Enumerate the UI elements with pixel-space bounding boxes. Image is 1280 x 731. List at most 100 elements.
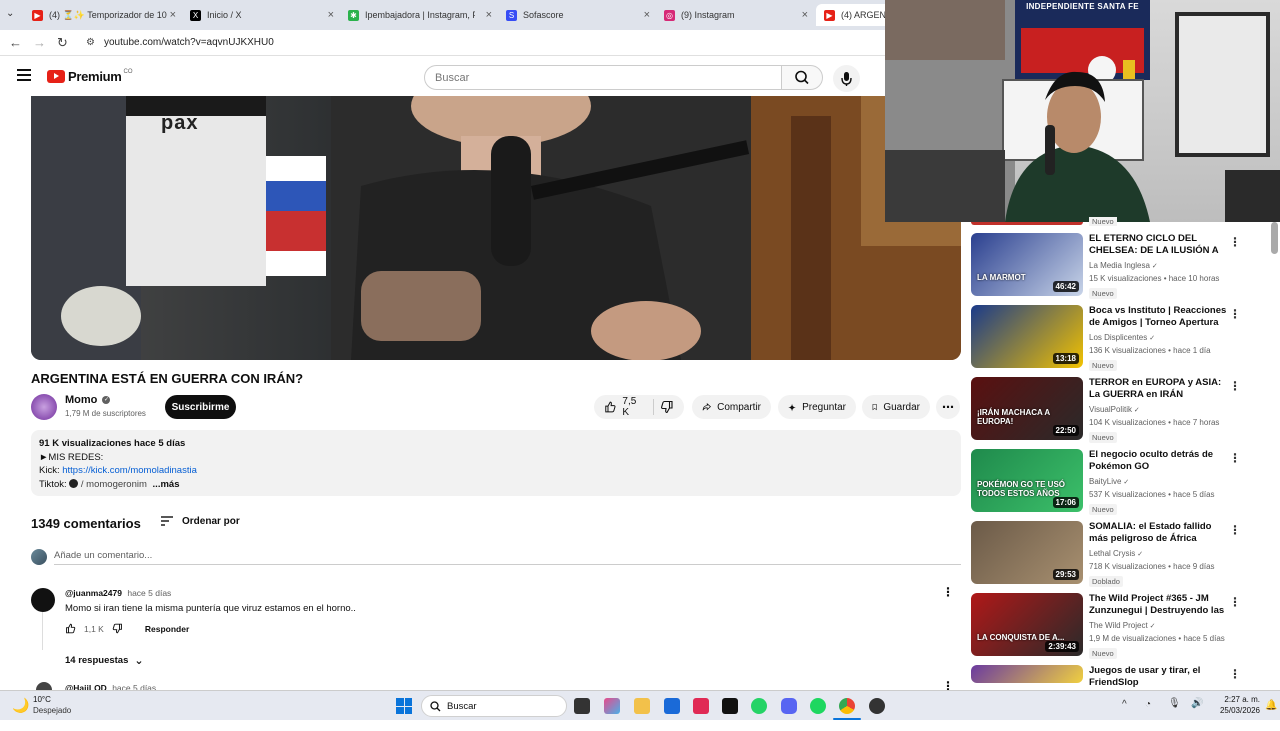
chrome-icon[interactable] [839,698,855,714]
search-button[interactable] [781,65,823,90]
thumbs-down-icon[interactable] [112,623,123,634]
obs-icon[interactable] [869,698,885,714]
youtube-premium-logo[interactable]: Premium CO [47,69,133,84]
video-thumbnail[interactable]: LA CONQUISTA DE A... 2:39:43 [971,593,1083,656]
browser-tab-x[interactable]: X Inicio / X × [182,4,340,26]
browser-tab-linktree[interactable]: ✱ Ipembajadora | Instagram, Face × [340,4,498,26]
video-thumbnail[interactable] [971,665,1083,683]
video-title[interactable]: TERROR en EUROPA y ASIA: La GUERRA en IR… [1089,377,1227,401]
comment-author[interactable]: @juanma2479 [65,588,122,598]
recommended-video[interactable]: LA CONQUISTA DE A... 2:39:43 The Wild Proj… [971,593,1271,659]
recommended-video[interactable]: 29:53 SOMALIA: el Estado fallido más peli… [971,521,1271,587]
more-vertical-icon[interactable]: ⋮ [1229,235,1241,249]
task-view-icon[interactable] [574,698,590,714]
video-thumbnail[interactable]: 29:53 [971,521,1083,584]
partial-thumbnail[interactable] [971,222,1083,225]
weather-moon-icon[interactable]: 🌙 [12,697,29,714]
more-vertical-icon[interactable]: ⋮ [1229,667,1241,681]
video-title[interactable]: EL ETERNO CICLO DEL CHELSEA: DE LA ILUSI… [1089,233,1227,257]
channel-name[interactable]: Momo ✓ [65,394,111,406]
clock-time[interactable]: 2:27 a. m. [1216,695,1260,704]
channel-name[interactable]: The Wild Project ✓ [1089,621,1156,630]
video-thumbnail[interactable]: POKÉMON GO TE USÓ TODOS ESTOS AÑOS 17:06 [971,449,1083,512]
kick-link[interactable]: https://kick.com/momoladinastia [62,465,197,476]
channel-name[interactable]: VisualPolitik ✓ [1089,405,1140,414]
more-vertical-icon[interactable]: ⋮ [1229,451,1241,465]
video-title[interactable]: SOMALIA: el Estado fallido más peligroso… [1089,521,1227,545]
voice-search-button[interactable] [833,65,860,92]
ask-button[interactable]: Preguntar [778,395,856,419]
video-title[interactable]: Juegos de usar y tirar, el FriendSlop [1089,665,1227,689]
tiktok-icon[interactable] [722,698,738,714]
more-vertical-icon[interactable]: ⋮ [1229,307,1241,321]
save-button[interactable]: Guardar [862,395,930,419]
back-arrow-icon[interactable]: ← [9,35,22,50]
close-icon[interactable]: × [170,9,176,21]
recommended-video[interactable]: ¡IRÁN MACHACA A EUROPA! 22:50 TERROR en EU… [971,377,1271,443]
search-input[interactable]: Buscar [424,65,782,90]
description-box[interactable]: 91 K visualizaciones hace 5 días ►MIS RE… [31,430,961,496]
more-vertical-icon[interactable]: ⋮ [1229,523,1241,537]
file-explorer-icon[interactable] [634,698,650,714]
store-icon[interactable] [664,698,680,714]
video-title[interactable]: El negocio oculto detrás de Pokémon GO [1089,449,1227,473]
channel-name[interactable]: Lethal Crysis ✓ [1089,549,1143,558]
discord-icon[interactable] [781,698,797,714]
notifications-bell-icon[interactable]: 🔔 [1265,700,1277,711]
hamburger-menu-icon[interactable] [17,69,31,81]
subscribe-button[interactable]: Suscribirme [165,395,236,419]
show-more-link[interactable]: ...más [153,479,180,490]
recommended-video[interactable]: 13:18 Boca vs Instituto | Reacciones de A… [971,305,1271,371]
close-icon[interactable]: × [328,9,334,21]
video-title[interactable]: Boca vs Instituto | Reacciones de Amigos… [1089,305,1227,329]
clock-date[interactable]: 25/03/2026 [1213,706,1260,715]
weather-temp[interactable]: 10°C [33,695,51,704]
thumbs-up-icon[interactable] [65,623,76,634]
comment-time[interactable]: hace 5 días [127,588,171,598]
dislike-button[interactable] [660,400,674,414]
tray-chevron-icon[interactable]: ^ [1122,699,1127,710]
video-thumbnail[interactable]: 13:18 [971,305,1083,368]
comment-more-icon[interactable]: ⋮ [942,585,954,599]
taskbar-search[interactable]: Buscar [421,695,567,717]
widgets-icon[interactable] [604,698,620,714]
weather-desc[interactable]: Despejado [33,706,71,715]
like-button[interactable]: 7,5 K [604,396,643,418]
comment-avatar[interactable] [31,588,55,612]
channel-name[interactable]: Los Displicentes ✓ [1089,333,1155,342]
reply-button[interactable]: Responder [145,624,189,634]
add-comment-input[interactable]: Añade un comentario... [54,550,961,565]
video-player[interactable]: pax [31,96,961,360]
forward-arrow-icon[interactable]: → [33,35,46,50]
view-replies-button[interactable]: 14 respuestas ⌄ [65,654,144,667]
site-info-icon[interactable]: ⚙ [86,37,95,48]
close-icon[interactable]: × [802,9,808,21]
channel-avatar[interactable] [31,394,57,420]
capcut-icon[interactable] [693,698,709,714]
channel-name[interactable]: La Media Inglesa ✓ [1089,261,1158,270]
browser-tab-active[interactable]: ▶ (4) ARGENTIN [816,4,901,26]
network-icon[interactable]: ◔ [1145,699,1151,710]
close-icon[interactable]: × [486,9,492,21]
channel-name[interactable]: BaityLive ✓ [1089,477,1129,486]
browser-tab-instagram[interactable]: ◎ (9) Instagram × [656,4,814,26]
tiktok-handle[interactable]: / momogeronim [81,479,147,490]
video-thumbnail[interactable]: LA MARMOT 46:42 [971,233,1083,296]
recommended-video[interactable]: POKÉMON GO TE USÓ TODOS ESTOS AÑOS 17:06 E… [971,449,1271,515]
more-actions-button[interactable]: ⋯ [936,395,960,419]
microphone-icon[interactable]: 🎙 [1168,698,1181,709]
share-button[interactable]: Compartir [692,395,771,419]
whatsapp-icon[interactable] [751,698,767,714]
windows-start-icon[interactable] [396,698,412,714]
sort-comments-button[interactable]: Ordenar por [160,515,240,527]
video-thumbnail[interactable]: ¡IRÁN MACHACA A EUROPA! 22:50 [971,377,1083,440]
more-vertical-icon[interactable]: ⋮ [1229,379,1241,393]
spotify-icon[interactable] [810,698,826,714]
video-title[interactable]: The Wild Project #365 - JM Zunzunegui | … [1089,593,1227,617]
sidebar-scrollbar[interactable] [1271,222,1278,254]
close-icon[interactable]: × [644,9,650,21]
speaker-icon[interactable]: 🔊 [1191,698,1203,709]
comment-avatar[interactable] [36,682,52,690]
url-field[interactable]: youtube.com/watch?v=aqvnUJKXHU0 [104,37,274,48]
more-vertical-icon[interactable]: ⋮ [1229,595,1241,609]
